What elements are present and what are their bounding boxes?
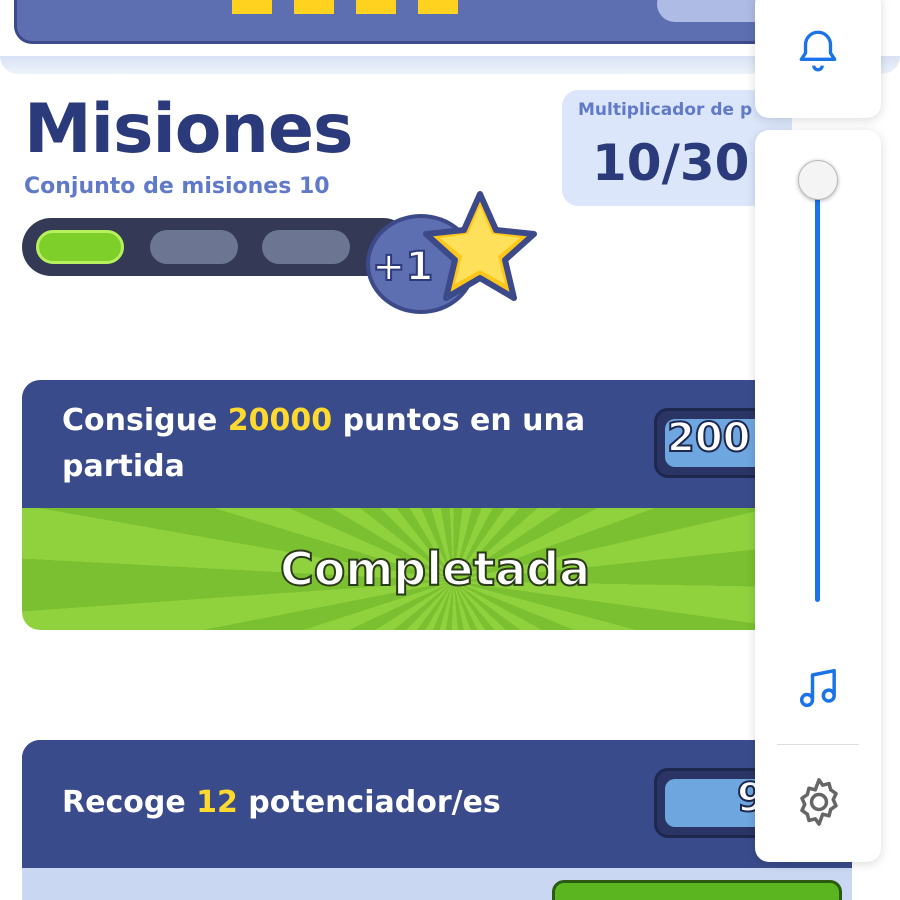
mission-description: Recoge 12 potenciador/es xyxy=(62,780,501,826)
completed-label: Completada xyxy=(279,541,591,597)
counter-value: 200 xyxy=(666,414,751,462)
mission-set-subtitle: Conjunto de misiones 10 xyxy=(24,174,330,199)
progress-pill-pending xyxy=(150,230,238,264)
volume-slider-track[interactable] xyxy=(815,180,820,602)
mission-text-part: potenciador/es xyxy=(237,785,501,820)
mission-card: Recoge 12 potenciador/es 9 xyxy=(22,740,852,900)
mission-text-part: puntos en una xyxy=(332,403,586,438)
gear-icon[interactable] xyxy=(791,774,847,830)
mission-text-part: Consigue xyxy=(62,403,228,438)
bell-icon[interactable] xyxy=(793,26,843,76)
star-reward-badge: +1 xyxy=(366,180,546,330)
mission-target-value: 12 xyxy=(196,785,238,820)
notification-panel xyxy=(755,0,881,118)
mission-header: Recoge 12 potenciador/es 9 xyxy=(22,740,852,868)
progress-pill-pending xyxy=(262,230,350,264)
panel-divider xyxy=(777,744,859,745)
mission-target-value: 20000 xyxy=(227,403,333,438)
mission-progress-bar xyxy=(552,880,842,900)
mission-card: Consigue 20000 puntos en una partida 200… xyxy=(22,380,852,630)
multiplier-value: 10/30 xyxy=(592,134,750,192)
mission-footer xyxy=(22,868,852,900)
mission-set-progress xyxy=(22,218,412,276)
mission-text-part: partida xyxy=(62,449,185,484)
banner-yellow-graphic xyxy=(232,0,462,14)
mission-text-part: Recoge xyxy=(62,785,197,820)
volume-slider-knob[interactable] xyxy=(798,160,838,200)
star-icon xyxy=(423,191,537,301)
music-note-icon[interactable] xyxy=(793,662,845,714)
top-banner: 1 xyxy=(14,0,784,44)
mission-description: Consigue 20000 puntos en una partida xyxy=(62,398,585,490)
completed-band: Completada xyxy=(22,508,852,630)
multiplier-label: Multiplicador de p xyxy=(578,100,753,120)
progress-pill-completed xyxy=(36,230,124,264)
mission-header: Consigue 20000 puntos en una partida 200 xyxy=(22,380,852,508)
volume-control-panel xyxy=(755,130,881,862)
page-title: Misiones xyxy=(24,90,353,169)
